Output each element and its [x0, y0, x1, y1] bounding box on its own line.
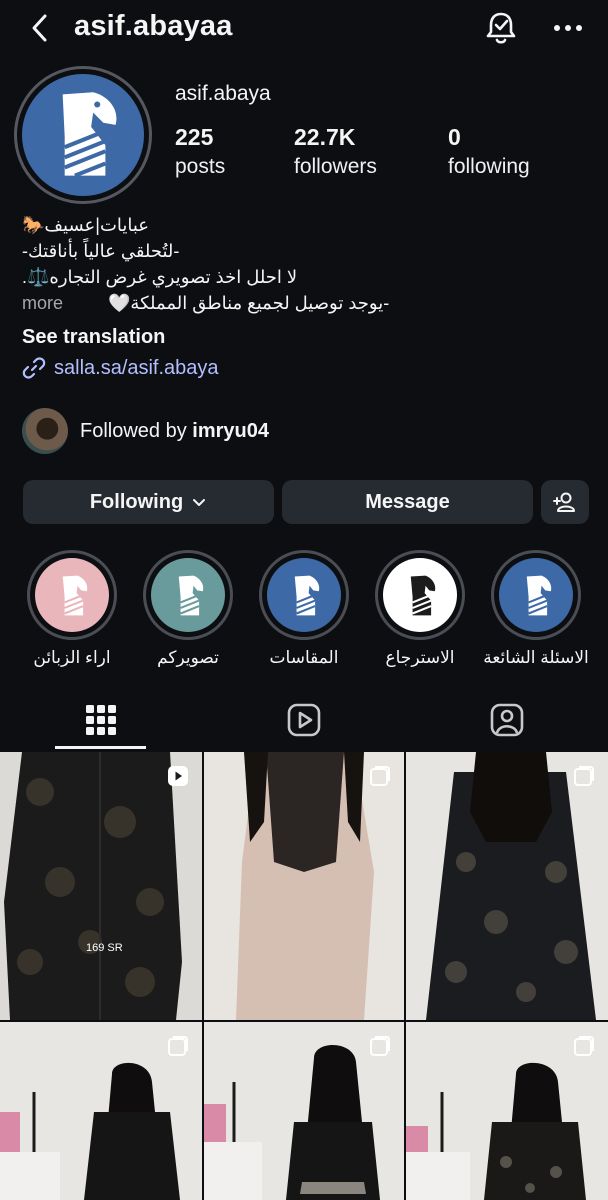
stat-following[interactable]: 0 following: [448, 124, 530, 179]
reels-icon[interactable]: [286, 702, 322, 738]
highlight-cover: [151, 558, 225, 632]
highlight-label: الاسترجاع: [385, 648, 455, 667]
brand-logo-icon: [178, 575, 204, 616]
profile-tabs: [0, 694, 608, 752]
brand-logo-icon: [62, 575, 88, 616]
carousel-icon: [574, 766, 594, 786]
bio-line: لا احلل اخذ تصويري غرض التجاره⚖️.: [22, 267, 298, 287]
following-label: following: [448, 155, 530, 178]
message-button-label: Message: [365, 490, 450, 513]
link-icon: [22, 357, 46, 379]
top-bar: asif.abayaa: [0, 0, 608, 58]
following-count: 0: [448, 124, 461, 150]
chevron-down-icon: [193, 499, 206, 506]
post-tile[interactable]: [406, 1022, 608, 1200]
bell-check-icon[interactable]: [484, 10, 518, 46]
message-button[interactable]: Message: [282, 480, 533, 524]
post-image: [0, 752, 202, 1020]
followed-by-prefix: Followed by: [80, 420, 187, 442]
brand-logo-icon: [526, 575, 552, 616]
highlight-item[interactable]: اراء الزبائن: [27, 550, 117, 668]
carousel-icon: [574, 1036, 594, 1056]
highlight-cover: [499, 558, 573, 632]
posts-grid: 169 SR: [0, 752, 608, 1200]
brand-logo-icon: [410, 575, 436, 616]
post-tile[interactable]: [204, 1022, 404, 1200]
bio-last-line: more -يوجد توصيل لجميع مناطق المملكة🤍: [22, 290, 582, 316]
profile-link[interactable]: salla.sa/asif.abaya: [22, 356, 219, 380]
following-button-label: Following: [89, 490, 184, 513]
posts-count: 225: [175, 124, 214, 150]
bio-line: عبايات|عسيف🐎: [22, 215, 150, 235]
post-image: [204, 752, 404, 1020]
more-horizontal-icon[interactable]: [552, 12, 584, 44]
posts-label: posts: [175, 155, 226, 178]
highlight-item[interactable]: الاسترجاع: [375, 550, 465, 668]
post-tile[interactable]: [0, 1022, 202, 1200]
following-button[interactable]: Following: [23, 480, 274, 524]
followers-label: followers: [294, 155, 377, 178]
stat-posts[interactable]: 225 posts: [175, 124, 225, 179]
grid-icon[interactable]: [83, 702, 119, 738]
chevron-left-icon[interactable]: [26, 12, 54, 44]
highlight-cover: [267, 558, 341, 632]
carousel-icon: [370, 766, 390, 786]
followed-by[interactable]: Followed by imryu04: [80, 420, 269, 443]
brand-logo: [22, 74, 144, 196]
highlight-item[interactable]: الاسئلة الشائعة: [483, 550, 589, 668]
highlight-item[interactable]: المقاسات: [259, 550, 349, 668]
reel-icon: [168, 766, 188, 786]
bio: عبايات|عسيف🐎 -لتُحلقي عالياً بأناقتك- لا…: [22, 212, 582, 316]
bio-more-link[interactable]: more: [22, 290, 63, 316]
bio-line: -يوجد توصيل لجميع مناطق المملكة🤍: [108, 293, 390, 313]
post-tile[interactable]: [204, 752, 404, 1020]
highlight-label: تصويركم: [157, 648, 219, 667]
post-caption: 169 SR: [86, 942, 123, 954]
post-tile[interactable]: [406, 752, 608, 1020]
highlight-item[interactable]: تصويركم: [143, 550, 233, 668]
brand-logo-icon: [294, 575, 320, 616]
active-tab-indicator: [55, 746, 146, 749]
see-translation-link[interactable]: See translation: [22, 326, 165, 349]
followed-by-user: imryu04: [192, 420, 269, 442]
followers-count: 22.7K: [294, 124, 356, 150]
highlight-cover: [35, 558, 109, 632]
profile-link-text[interactable]: salla.sa/asif.abaya: [54, 357, 219, 380]
highlight-cover: [383, 558, 457, 632]
header-username: asif.abayaa: [74, 10, 233, 42]
carousel-icon: [370, 1036, 390, 1056]
bio-line: -لتُحلقي عالياً بأناقتك-: [22, 241, 180, 261]
suggested-users-button[interactable]: [541, 480, 589, 524]
post-tile[interactable]: 169 SR: [0, 752, 202, 1020]
profile-avatar[interactable]: [14, 66, 152, 204]
add-person-icon: [553, 492, 575, 512]
tagged-icon[interactable]: [489, 702, 525, 738]
highlight-label: الاسئلة الشائعة: [483, 648, 589, 667]
carousel-icon: [168, 1036, 188, 1056]
post-image: [406, 752, 608, 1020]
follower-avatar[interactable]: [22, 408, 68, 454]
stat-followers[interactable]: 22.7K followers: [294, 124, 377, 179]
highlight-label: اراء الزبائن: [33, 648, 111, 667]
highlight-label: المقاسات: [269, 648, 339, 667]
profile-name: asif.abaya: [175, 82, 271, 105]
